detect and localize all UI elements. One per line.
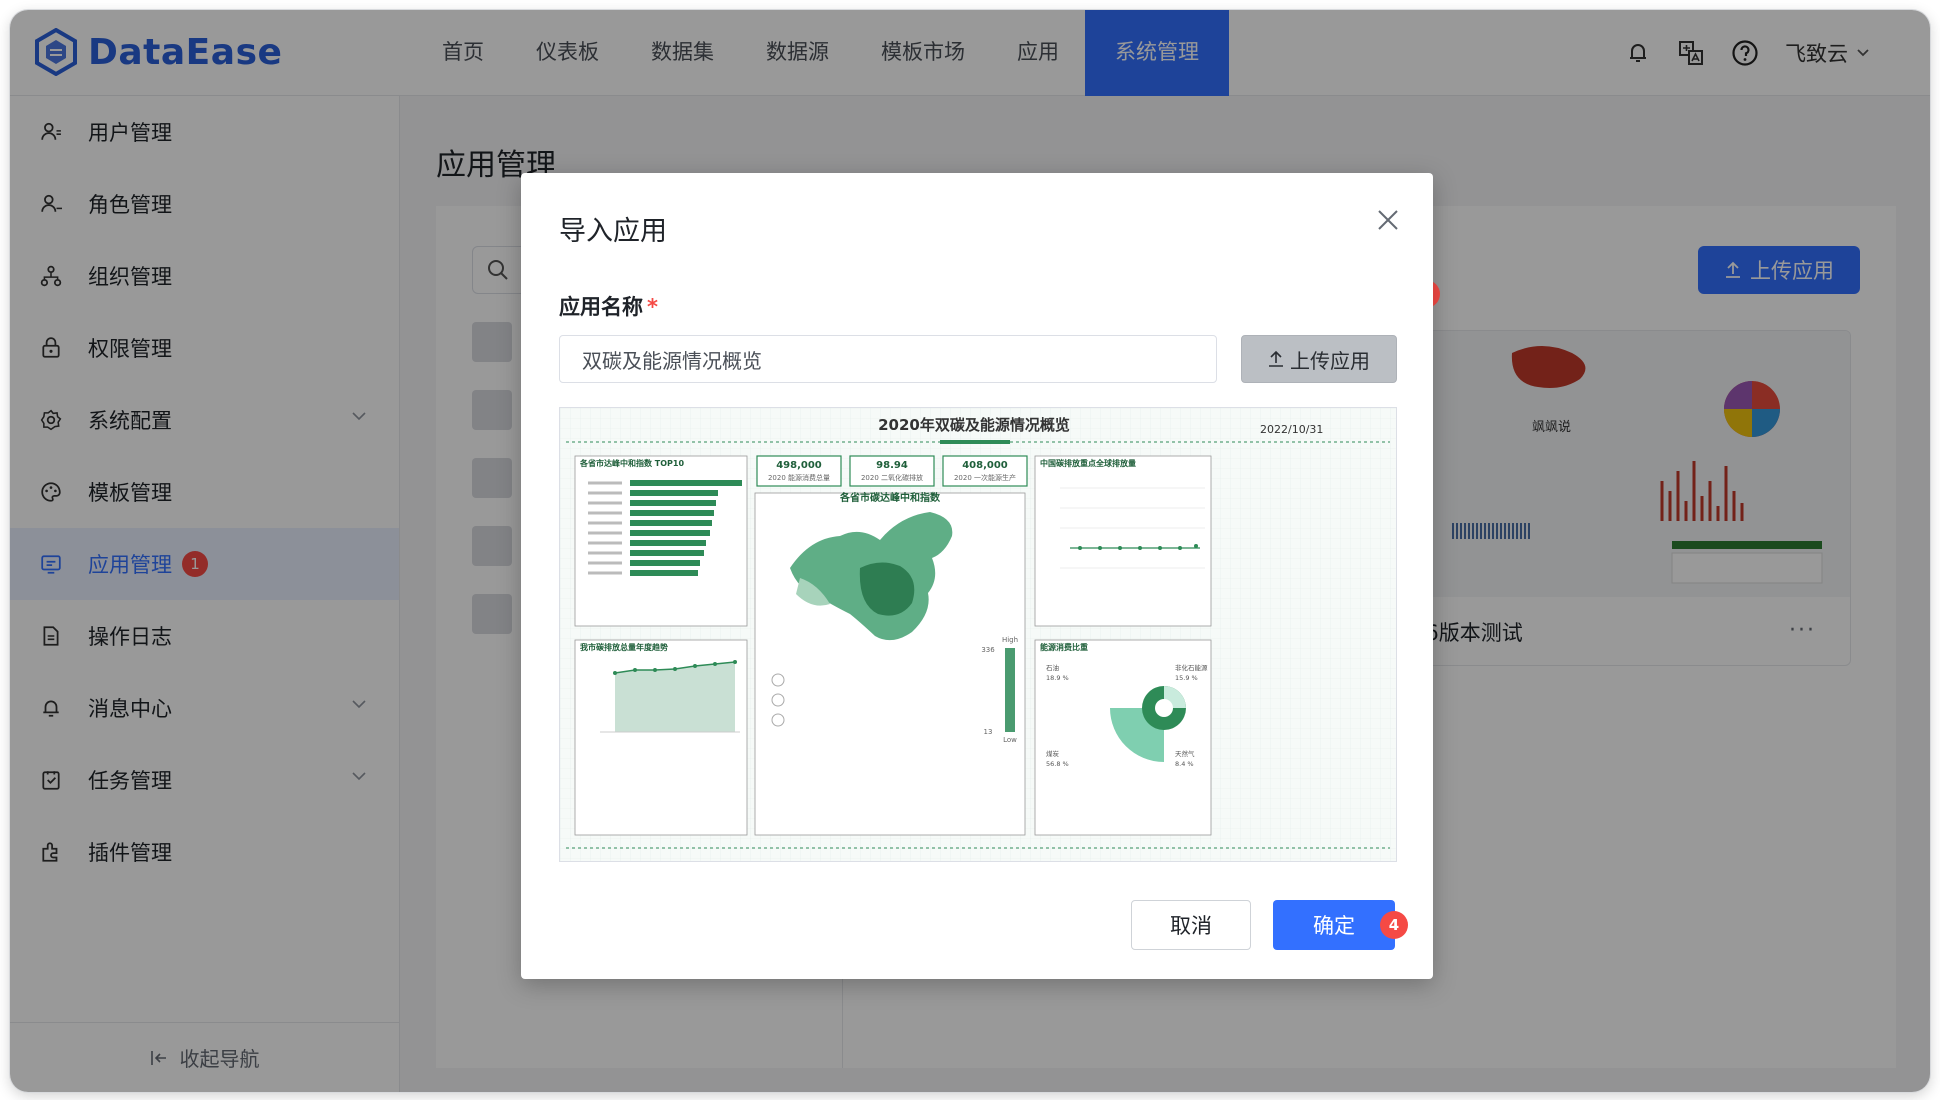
app-name-label-text: 应用名称 [559,295,643,319]
legend-max: 336 [981,646,995,654]
close-icon[interactable] [1373,205,1403,235]
dialog-upload-button[interactable]: 上传应用 [1241,335,1397,383]
kpi-value: 498,000 [776,460,822,471]
preview-title: 2020年双碳及能源情况概览 [878,416,1070,434]
dialog-upload-label: 上传应用 [1290,348,1370,373]
pie-label: 非化石能源 [1175,663,1208,672]
pie-label: 15.9 % [1175,674,1198,682]
kpi-label: 2020 能源消费总量 [768,473,830,482]
panel-title: 各省市达峰中和指数 TOP10 [579,458,684,468]
app-preview: 2020年双碳及能源情况概览 2022/10/31 498,000 98.94 … [559,407,1397,862]
legend-low: Low [1003,736,1017,744]
kpi-value: 98.94 [876,460,908,471]
kpi-value: 408,000 [962,460,1008,471]
preview-dashboard: 2020年双碳及能源情况概览 2022/10/31 498,000 98.94 … [560,408,1396,861]
import-app-dialog: 导入应用 应用名称* 上传应用 2020年双碳及能源情况概览 2022/10/3… [521,173,1433,979]
upload-icon [1269,350,1283,367]
app-window: DataEase 首页 仪表板 数据集 数据源 模板市场 应用 系统管理 飞致云 用户管理角… [10,10,1930,1092]
pie-label: 56.8 % [1046,760,1069,768]
app-name-label: 应用名称 * [559,291,658,321]
pie-label: 18.9 % [1046,674,1069,682]
confirm-button[interactable]: 确定 [1273,900,1395,950]
panel-title: 能源消费比重 [1040,642,1088,652]
kpi-label: 2020 二氧化碳排放 [861,473,923,482]
kpi-label: 2020 一次能源生产 [954,473,1016,482]
cancel-button[interactable]: 取消 [1131,900,1251,950]
dialog-title: 导入应用 [559,216,667,247]
panel-title: 我市碳排放总量年度趋势 [580,642,668,652]
map-title: 各省市碳达峰中和指数 [839,491,941,504]
legend-min: 13 [984,728,993,736]
pie-label: 天然气 [1175,749,1195,758]
step-badge: 4 [1380,911,1408,939]
required-mark: * [647,295,658,319]
pie-label: 8.4 % [1175,760,1194,768]
panel-title: 中国碳排放重点全球排放量 [1040,458,1136,468]
pie-label: 煤炭 [1046,749,1060,758]
legend-high: High [1002,636,1018,644]
preview-date: 2022/10/31 [1260,423,1323,436]
app-name-input[interactable] [559,335,1217,383]
pie-label: 石油 [1046,663,1059,672]
